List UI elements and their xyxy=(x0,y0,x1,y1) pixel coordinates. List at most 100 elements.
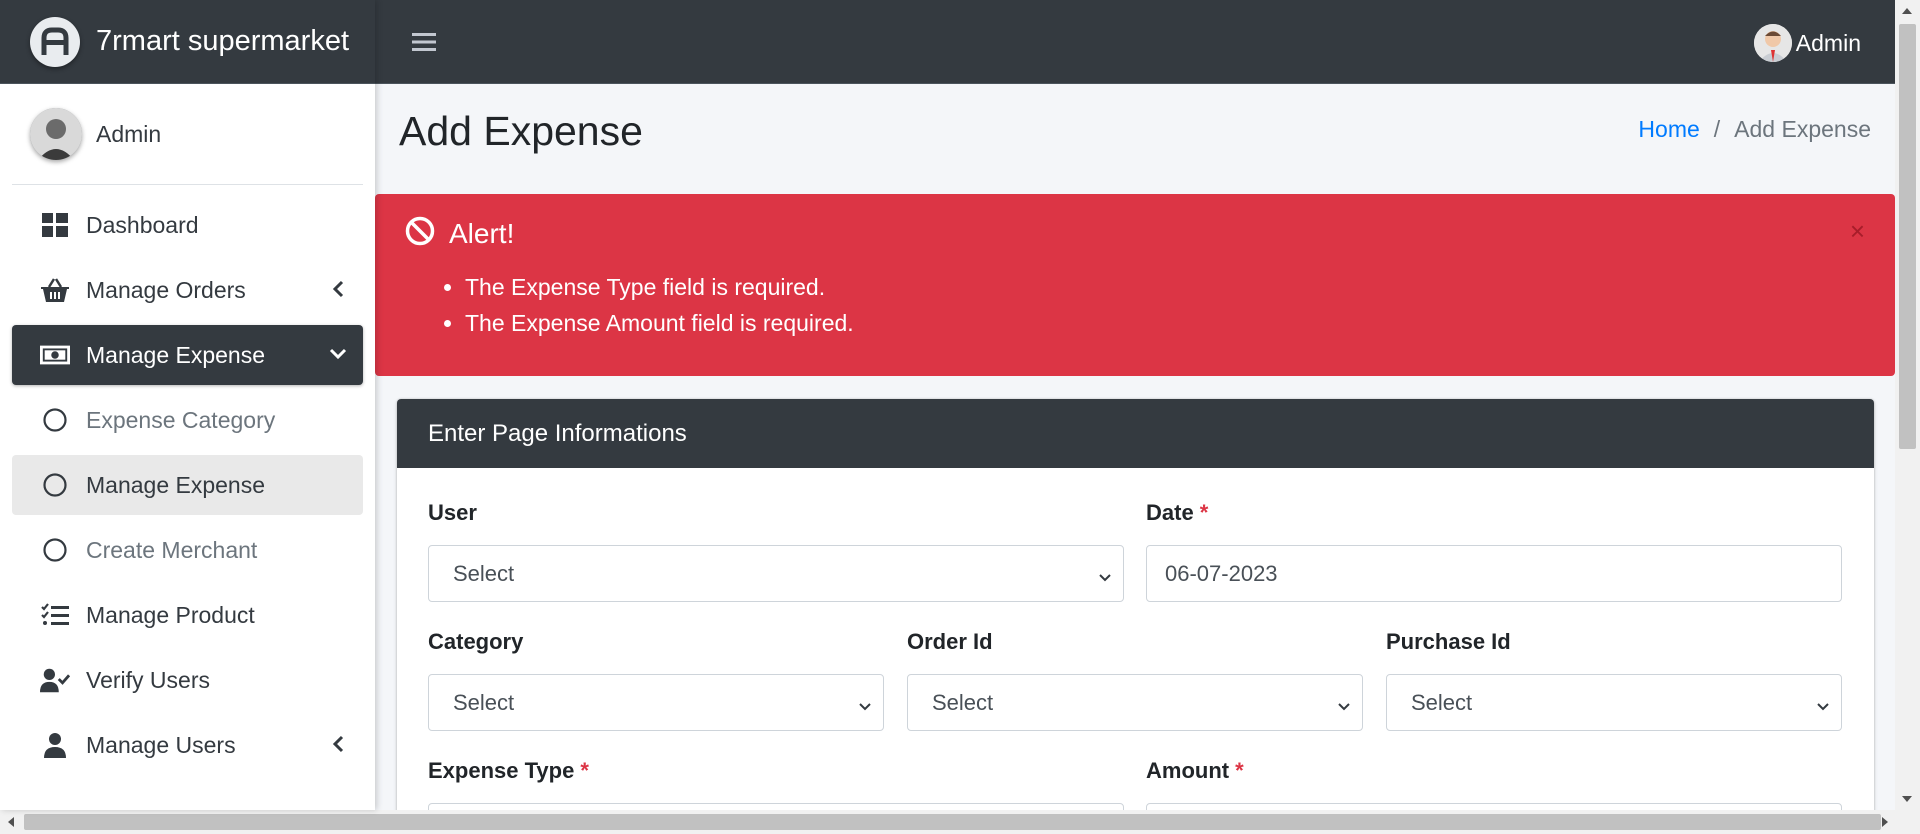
circle-icon xyxy=(40,535,70,565)
user-icon xyxy=(40,730,70,760)
category-select-value: Select xyxy=(453,689,515,715)
amount-label-text: Amount xyxy=(1146,758,1230,783)
sidebar-item-label: Manage Expense xyxy=(86,341,266,368)
basket-icon xyxy=(40,275,70,305)
purchase-id-select[interactable]: Select xyxy=(1386,674,1842,731)
purchase-id-label: Purchase Id xyxy=(1386,629,1511,655)
content-wrapper: Add Expense Home / Add Expense Alert! × … xyxy=(375,84,1895,810)
menu-toggle-icon[interactable] xyxy=(409,27,439,57)
brand-link[interactable]: 7rmart supermarket xyxy=(0,0,375,84)
card-header: Enter Page Informations xyxy=(397,399,1874,468)
chevron-left-icon xyxy=(327,733,349,755)
order-id-select-value: Select xyxy=(932,689,994,715)
horizontal-scroll-thumb[interactable] xyxy=(24,814,1881,830)
list-check-icon xyxy=(40,600,70,630)
breadcrumb: Home / Add Expense xyxy=(1638,116,1871,143)
user-select-value: Select xyxy=(453,560,515,586)
date-label-text: Date xyxy=(1146,500,1194,525)
sidebar-item-manage-product[interactable]: Manage Product xyxy=(12,585,363,645)
avatar xyxy=(1753,24,1792,62)
sidebar-item-label: Manage Expense xyxy=(86,471,266,498)
sidebar-item-label: Create Merchant xyxy=(86,536,258,563)
scroll-left-icon[interactable] xyxy=(8,817,14,827)
top-user-name: Admin xyxy=(1795,29,1861,56)
sidebar-item-dashboard[interactable]: Dashboard xyxy=(12,195,363,255)
ban-icon xyxy=(405,216,435,251)
chevron-down-icon xyxy=(857,695,873,711)
purchase-id-select-value: Select xyxy=(1411,689,1473,715)
top-user-menu[interactable]: Admin xyxy=(1753,24,1861,62)
top-navbar: Admin xyxy=(375,0,1895,84)
chevron-left-icon xyxy=(327,278,349,300)
category-label: Category xyxy=(428,629,523,655)
breadcrumb-current: Add Expense xyxy=(1734,116,1871,142)
expense-type-label: Expense Type * xyxy=(428,758,589,784)
sidebar-item-label: Dashboard xyxy=(86,211,199,238)
chevron-down-icon xyxy=(1336,695,1352,711)
date-input-value: 06-07-2023 xyxy=(1165,560,1278,586)
scroll-down-icon[interactable] xyxy=(1902,796,1912,802)
vertical-scroll-thumb[interactable] xyxy=(1899,24,1916,449)
amount-label: Amount * xyxy=(1146,758,1244,784)
alert-message: The Expense Type field is required. xyxy=(465,269,854,305)
sidebar-item-label: Verify Users xyxy=(86,666,210,693)
category-label-text: Category xyxy=(428,629,524,654)
alert-close-button[interactable]: × xyxy=(1850,218,1865,244)
sidebar-item-label: Expense Category xyxy=(86,406,276,433)
breadcrumb-home-link[interactable]: Home xyxy=(1638,116,1699,143)
alert-title: Alert! xyxy=(449,217,515,249)
dashboard-icon xyxy=(40,210,70,240)
brand-logo-icon xyxy=(30,16,80,67)
money-bill-icon xyxy=(40,340,70,370)
vertical-scrollbar[interactable] xyxy=(1895,0,1920,810)
page-title: Add Expense xyxy=(399,108,643,154)
sidebar-item-label: Manage Orders xyxy=(86,276,246,303)
category-select[interactable]: Select xyxy=(428,674,884,731)
horizontal-scrollbar[interactable] xyxy=(0,810,1920,834)
expense-form-card: Enter Page Informations User Select Date… xyxy=(397,399,1874,810)
user-check-icon xyxy=(40,665,70,695)
alert-message: The Expense Amount field is required. xyxy=(465,305,854,341)
sidebar: 7rmart supermarket Admin Dashboard Manag… xyxy=(0,0,375,810)
user-label: User xyxy=(428,500,477,526)
order-id-label: Order Id xyxy=(907,629,993,655)
order-id-select[interactable]: Select xyxy=(907,674,1363,731)
error-alert: Alert! × The Expense Type field is requi… xyxy=(375,194,1895,376)
date-input[interactable]: 06-07-2023 xyxy=(1146,545,1842,602)
user-select[interactable]: Select xyxy=(428,545,1124,602)
user-label-text: User xyxy=(428,500,477,525)
sidebar-item-manage-orders[interactable]: Manage Orders xyxy=(12,260,363,320)
amount-input[interactable] xyxy=(1146,803,1842,810)
chevron-down-icon xyxy=(1815,695,1831,711)
required-marker: * xyxy=(1235,758,1244,783)
brand-name: 7rmart supermarket xyxy=(96,25,350,57)
sidebar-item-verify-users[interactable]: Verify Users xyxy=(12,650,363,710)
order-id-label-text: Order Id xyxy=(907,629,993,654)
sidebar-item-manage-expense-sub[interactable]: Manage Expense xyxy=(12,455,363,515)
sidebar-user-panel[interactable]: Admin xyxy=(12,84,363,185)
avatar xyxy=(30,108,82,160)
date-label: Date * xyxy=(1146,500,1208,526)
required-marker: * xyxy=(1199,500,1209,525)
circle-icon xyxy=(40,405,70,435)
sidebar-nav: Dashboard Manage Orders Manage Expense E… xyxy=(0,185,375,790)
sidebar-user-name: Admin xyxy=(96,120,162,147)
scroll-right-icon[interactable] xyxy=(1882,817,1888,827)
sidebar-item-label: Manage Users xyxy=(86,731,236,758)
purchase-id-label-text: Purchase Id xyxy=(1386,629,1511,654)
alert-header: Alert! xyxy=(405,216,514,251)
circle-icon xyxy=(40,470,70,500)
alert-messages: The Expense Type field is required. The … xyxy=(465,269,854,341)
scroll-up-icon[interactable] xyxy=(1902,8,1912,14)
chevron-down-icon xyxy=(1097,566,1113,582)
expense-type-label-text: Expense Type xyxy=(428,758,575,783)
sidebar-item-manage-expense[interactable]: Manage Expense xyxy=(12,325,363,385)
sidebar-item-manage-users[interactable]: Manage Users xyxy=(12,715,363,775)
breadcrumb-separator: / xyxy=(1713,116,1721,142)
sidebar-item-expense-category[interactable]: Expense Category xyxy=(12,390,363,450)
sidebar-item-label: Manage Product xyxy=(86,601,255,628)
required-marker: * xyxy=(580,758,589,783)
expense-type-select[interactable] xyxy=(428,803,1124,810)
chevron-down-icon xyxy=(327,343,349,365)
sidebar-item-create-merchant[interactable]: Create Merchant xyxy=(12,520,363,580)
